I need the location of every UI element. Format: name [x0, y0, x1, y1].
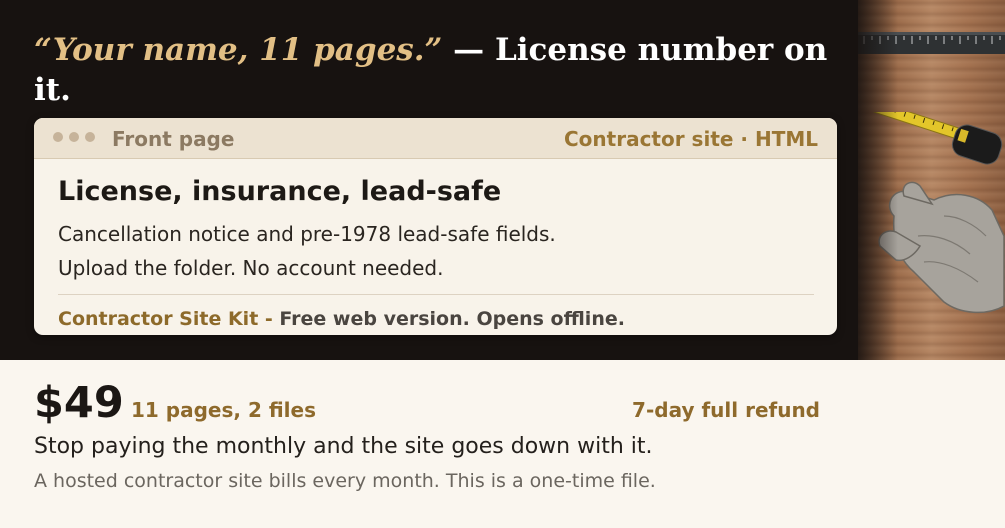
pitch-line: Stop paying the monthly and the site goe…	[34, 434, 653, 459]
card-title: License, insurance, lead-safe	[58, 176, 502, 207]
window-dot	[69, 132, 79, 142]
price-includes: 11 pages, 2 files	[131, 398, 316, 422]
card-line-2: Upload the folder. No account needed.	[58, 256, 444, 280]
headline: “Your name, 11 pages.” — License number …	[34, 30, 834, 110]
footer-text: Free web version. Opens offline.	[279, 308, 625, 330]
tab-label: Front page	[112, 127, 235, 151]
card-line-1: Cancellation notice and pre-1978 lead-sa…	[58, 222, 556, 246]
window-dot	[53, 132, 63, 142]
card-titlebar: Front page Contractor site · HTML	[34, 118, 837, 159]
footer-brand: Contractor Site Kit -	[58, 308, 273, 330]
window-dot	[85, 132, 95, 142]
window-dots	[53, 132, 95, 142]
price: $49	[34, 378, 124, 428]
card-footer: Contractor Site Kit - Free web version. …	[58, 308, 625, 330]
card-divider	[58, 294, 814, 295]
tab-meta: Contractor site · HTML	[564, 127, 818, 151]
headline-quote: “Your name, 11 pages.”	[34, 32, 443, 68]
preview-card: Front page Contractor site · HTML Licens…	[34, 118, 837, 335]
fineprint: A hosted contractor site bills every mon…	[34, 470, 656, 492]
refund-note: 7-day full refund	[632, 398, 820, 422]
hero-band: “Your name, 11 pages.” — License number …	[0, 0, 1005, 360]
tools-photo	[858, 0, 1005, 360]
